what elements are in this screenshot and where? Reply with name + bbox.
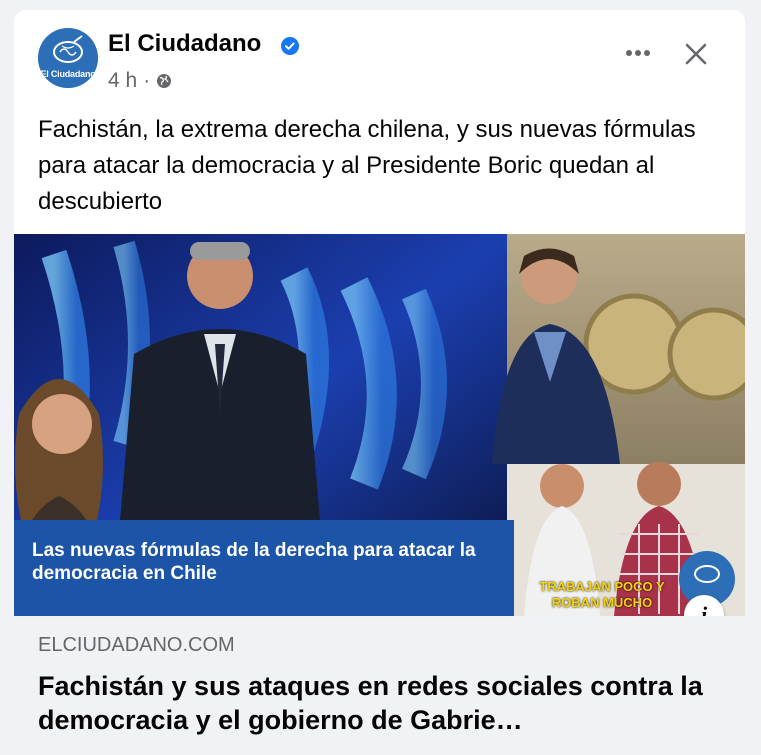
- page-name-link[interactable]: El Ciudadano: [108, 30, 261, 58]
- more-options-button[interactable]: [620, 38, 656, 68]
- post-time-link[interactable]: 4 h: [108, 69, 137, 93]
- verified-badge-icon: [281, 37, 299, 55]
- image-caption: TRABAJAN POCO Y ROBAN MUCHO: [539, 579, 665, 610]
- close-icon: [685, 43, 707, 65]
- link-title[interactable]: Fachistán y sus ataques en redes sociale…: [38, 669, 728, 737]
- more-options-icon: [626, 50, 650, 56]
- post-image[interactable]: Las nuevas fórmulas de la derecha para a…: [14, 234, 745, 616]
- globe-icon[interactable]: [156, 73, 172, 89]
- post-meta: 4 h ·: [108, 69, 172, 93]
- post-card: El Ciudadano El Ciudadano 4 h · Fachistá…: [14, 10, 745, 755]
- close-button[interactable]: [678, 36, 714, 72]
- brain-logo-icon: [38, 28, 98, 88]
- link-preview[interactable]: ELCIUDADANO.COM Fachistán y sus ataques …: [14, 616, 745, 755]
- link-domain: ELCIUDADANO.COM: [38, 634, 235, 656]
- page-avatar[interactable]: El Ciudadano: [38, 28, 98, 88]
- post-text: Fachistán, la extrema derecha chilena, y…: [38, 116, 696, 215]
- meta-separator: ·: [143, 69, 151, 92]
- image-headline: Las nuevas fórmulas de la derecha para a…: [32, 540, 476, 584]
- avatar-label: El Ciudadano: [40, 69, 96, 79]
